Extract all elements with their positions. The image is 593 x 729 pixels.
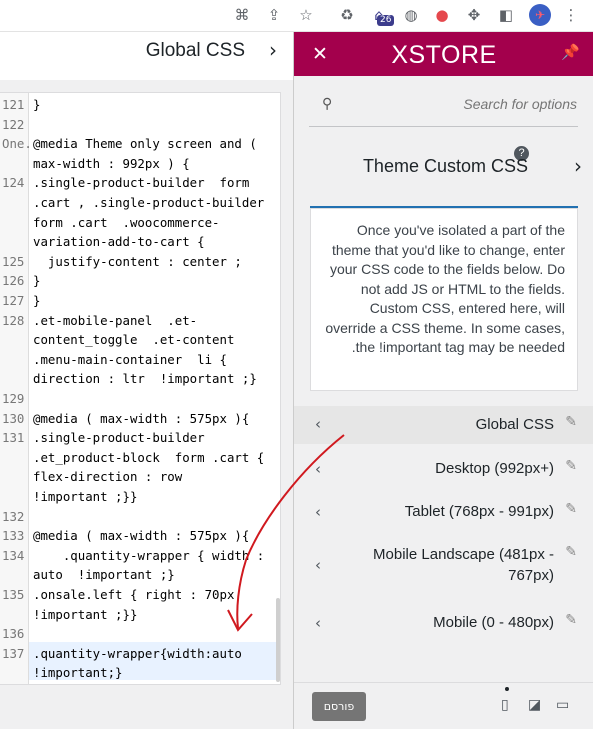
code-text: } — [33, 273, 41, 289]
active-device-indicator — [505, 687, 509, 691]
code-text: !important ;}} — [33, 606, 138, 622]
panel-footer: פורסם ▯ ◪ ▭ — [294, 682, 593, 729]
globe-icon[interactable]: ◍ — [401, 5, 421, 25]
line-number: 124 — [2, 175, 25, 191]
code-text: !important ;}} — [33, 489, 138, 504]
row-label: Desktop (992px+) — [435, 460, 554, 477]
edit-icon[interactable]: ✎ — [565, 458, 577, 474]
chevron-left-icon: ‹ — [315, 556, 321, 574]
code-text: .cart , .single-product-builder — [33, 195, 265, 210]
row-label: Mobile Landscape (481px - 767px) — [373, 546, 554, 584]
row-mobile-landscape[interactable]: ‹ Mobile Landscape (481px - 767px) ✎ — [294, 536, 593, 592]
chevron-left-icon: ‹ — [315, 460, 321, 478]
row-tablet[interactable]: ‹ Tablet (768px - 991px) ✎ — [294, 493, 593, 531]
line-number: 134 — [2, 547, 25, 563]
code-text: .et_product-block form .cart { — [33, 449, 265, 465]
editor-title: Global CSS — [145, 40, 245, 61]
row-mobile[interactable]: ‹ Mobile (0 - 480px) ✎ — [294, 604, 593, 642]
row-global-css[interactable]: ‹ Global CSS ✎ — [294, 406, 593, 444]
code-text: .onsale.left { right : 70px — [33, 587, 235, 602]
code-text: @media ( max-width : 575px ){ — [33, 410, 250, 426]
line-number: 137 — [2, 645, 25, 661]
line-number: One. — [2, 136, 32, 152]
editor-header: Global CSS › — [0, 32, 293, 80]
line-number: 127 — [2, 293, 25, 308]
code-text: content_toggle .et-content — [33, 332, 235, 348]
line-number: 136 — [2, 626, 25, 642]
puzzle-icon[interactable]: ✥ — [464, 5, 484, 25]
row-label: Mobile (0 - 480px) — [433, 614, 554, 631]
line-number: 126 — [2, 273, 25, 289]
profile-avatar[interactable]: ✈ — [529, 4, 551, 26]
chevron-left-icon: ‹ — [315, 503, 321, 521]
section-title: Theme Custom CSS — [362, 156, 528, 176]
code-text: } — [33, 293, 41, 308]
star-icon[interactable]: ☆ — [296, 5, 316, 25]
row-desktop[interactable]: ‹ Desktop (992px+) ✎ — [294, 450, 593, 488]
share-icon[interactable]: ⇪ — [264, 5, 284, 25]
extension-badge: 26 — [377, 15, 395, 26]
chevron-right-icon[interactable]: › — [269, 38, 277, 62]
code-text: .single-product-builder — [33, 430, 205, 446]
code-text: .menu-main-container li { — [33, 351, 227, 367]
tablet-preview-icon[interactable]: ◪ — [528, 697, 541, 713]
line-number: 129 — [2, 391, 25, 406]
code-text: @media Theme only screen and ( — [33, 136, 257, 152]
edit-icon[interactable]: ✎ — [565, 612, 577, 628]
translate-icon[interactable]: ⌘ — [232, 5, 252, 25]
chevron-left-icon: ‹ — [315, 415, 321, 433]
line-number: 132 — [2, 508, 25, 524]
brand-bar: ✕ XSTORE 📌 — [294, 32, 593, 76]
chevron-right-icon[interactable]: › — [574, 154, 582, 178]
code-text: direction : ltr !important ;} — [33, 371, 257, 387]
publish-button[interactable]: פורסם — [312, 692, 366, 721]
code-text: variation-add-to-cart { — [33, 234, 205, 250]
line-number: 130 — [2, 410, 25, 426]
browser-toolbar: ⌘ ⇪ ☆ ♻ ⌂ 26 ◍ ● ✥ ◧ ✈ ⋮ — [0, 0, 593, 32]
pin-icon[interactable]: 📌 — [561, 43, 580, 61]
line-number: 133 — [2, 528, 25, 544]
sidebar-icon[interactable]: ◧ — [496, 5, 516, 25]
code-text: .single-product-builder form — [33, 175, 250, 191]
code-text: flex-direction : row — [33, 469, 183, 485]
code-text: .quantity-wrapper { width : — [33, 547, 265, 563]
code-text: max-width : 992px ) { — [33, 155, 190, 171]
code-text: } — [33, 97, 41, 112]
line-number: 128 — [2, 312, 25, 328]
desktop-preview-icon[interactable]: ▭ — [556, 697, 569, 713]
mobile-preview-icon[interactable]: ▯ — [501, 697, 509, 713]
code-text: !important;} — [33, 665, 123, 681]
code-text: form .cart .woocommerce- — [33, 214, 220, 230]
section-header[interactable]: ? Theme Custom CSS › — [294, 146, 593, 192]
code-text: auto !important ;} — [33, 567, 175, 583]
chevron-left-icon: ‹ — [315, 614, 321, 632]
recycle-icon[interactable]: ♻ — [337, 5, 357, 25]
search-icon: ⚲ — [322, 96, 333, 112]
row-label: Tablet (768px - 991px) — [404, 503, 554, 520]
section-description: Once you've isolated a part of the theme… — [310, 208, 578, 391]
row-label: Global CSS — [475, 416, 554, 433]
line-number: 131 — [2, 430, 25, 446]
code-text: .et-mobile-panel .et- — [33, 312, 198, 328]
line-number: 121 — [2, 97, 25, 112]
screenshot-root: ⌘ ⇪ ☆ ♻ ⌂ 26 ◍ ● ✥ ◧ ✈ ⋮ Global CSS › 12… — [0, 0, 593, 729]
search-box: ⚲ — [309, 89, 578, 127]
code-text: @media ( max-width : 575px ){ — [33, 528, 250, 544]
customizer-panel: ✕ XSTORE 📌 ⚲ ? Theme Custom CSS › Once y… — [293, 32, 593, 729]
edit-icon[interactable]: ✎ — [565, 544, 577, 560]
color-wheel-icon[interactable]: ● — [432, 5, 452, 25]
brand-logo: XSTORE — [391, 41, 497, 69]
line-number: 122 — [2, 116, 25, 132]
edit-icon[interactable]: ✎ — [565, 414, 577, 430]
search-input[interactable] — [344, 96, 577, 112]
line-number: 135 — [2, 587, 25, 602]
line-number: 125 — [2, 253, 25, 269]
edit-icon[interactable]: ✎ — [565, 501, 577, 517]
code-text: .quantity-wrapper{width:auto — [33, 645, 242, 661]
more-vert-icon[interactable]: ⋮ — [561, 5, 581, 25]
code-editor[interactable]: 121} 122 One. @media Theme only screen and … — [0, 92, 281, 685]
code-text: justify-content : center ; — [33, 253, 242, 269]
scrollbar-thumb[interactable] — [276, 598, 280, 682]
